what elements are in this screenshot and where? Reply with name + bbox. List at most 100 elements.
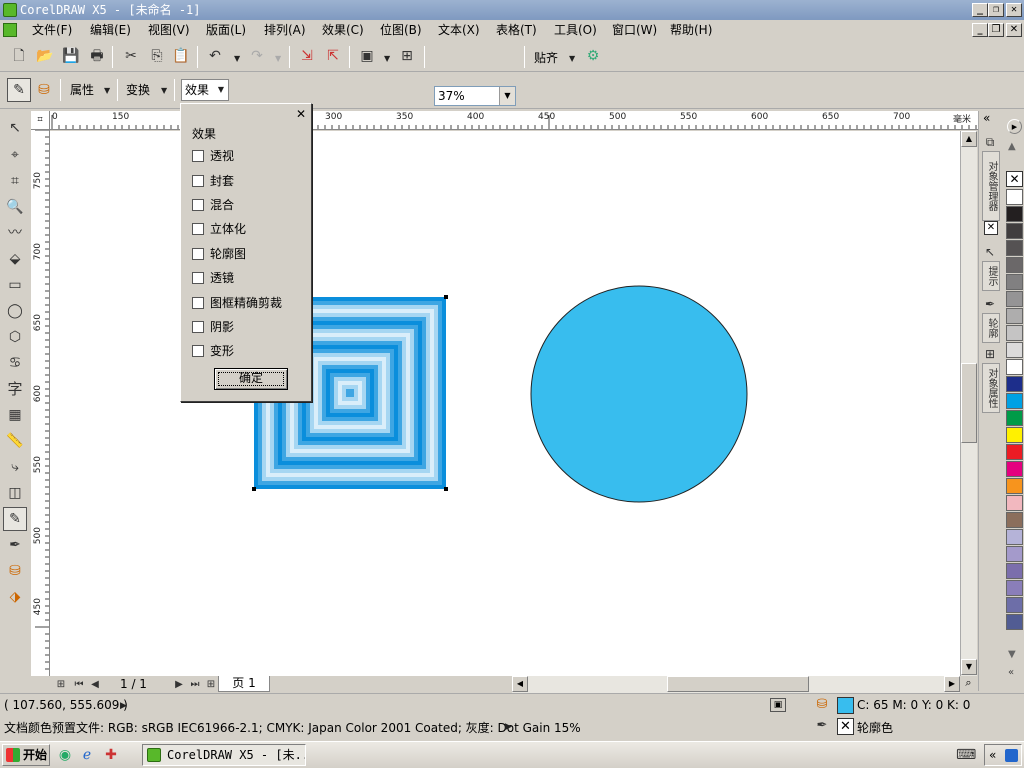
effects-dropdown[interactable]: 效果 ▼	[181, 79, 229, 101]
effect-contour-checkbox[interactable]: 轮廓图	[192, 245, 246, 263]
menu-tools[interactable]: 工具(O)	[554, 22, 597, 38]
palette-swatch[interactable]	[1006, 427, 1023, 443]
freehand-tool-icon[interactable]: 〰	[4, 222, 26, 244]
undo-dropdown-icon[interactable]: ▼	[234, 54, 240, 63]
palette-menu-icon[interactable]: ▶	[1007, 119, 1022, 134]
menu-table[interactable]: 表格(T)	[496, 22, 537, 38]
redo-dropdown-icon[interactable]: ▼	[275, 54, 281, 63]
properties-dropdown-icon[interactable]: ▼	[104, 86, 110, 95]
palette-swatch[interactable]	[1006, 291, 1023, 307]
palette-swatch[interactable]	[1006, 393, 1023, 409]
basic-shapes-tool-icon[interactable]: ♋	[4, 352, 26, 374]
scroll-left-icon[interactable]: ◀	[512, 676, 528, 692]
palette-swatch[interactable]	[1006, 461, 1023, 477]
properties-button[interactable]: 属性	[70, 79, 94, 101]
scroll-down-icon[interactable]: ▼	[1008, 649, 1016, 660]
palette-swatch[interactable]	[1006, 257, 1023, 273]
palette-swatch[interactable]	[1006, 359, 1023, 375]
vertical-ruler[interactable]: 750 700 650 600 550 500 450	[31, 130, 50, 676]
navigator-icon[interactable]: ⌕	[960, 676, 977, 693]
app-quicklaunch-icon[interactable]: ✚	[102, 746, 120, 764]
add-page-icon[interactable]: ⊞	[52, 676, 70, 693]
effect-envelope-checkbox[interactable]: 封套	[192, 172, 234, 190]
open-icon[interactable]: 📂	[36, 47, 54, 65]
menu-bitmaps[interactable]: 位图(B)	[380, 22, 422, 38]
options-icon[interactable]: ⚙	[584, 47, 602, 65]
snap-to-label[interactable]: 贴齐	[534, 49, 558, 66]
hints-icon[interactable]: ↖	[981, 243, 999, 261]
paint-bucket-icon[interactable]: ⛁	[35, 81, 53, 99]
checkbox-icon[interactable]	[192, 199, 204, 211]
menu-file[interactable]: 文件(F)	[32, 22, 72, 38]
undo-icon[interactable]: ↶	[206, 47, 224, 65]
application-launcher-icon[interactable]: ▣	[358, 47, 376, 65]
menu-text[interactable]: 文本(X)	[438, 22, 480, 38]
table-tool-icon[interactable]: ▦	[4, 404, 26, 426]
coords-expand-icon[interactable]: ▶	[120, 701, 127, 711]
palette-swatch[interactable]	[1006, 189, 1023, 205]
prev-page-icon[interactable]: ◀	[86, 676, 104, 693]
snap-dropdown-icon[interactable]: ▼	[569, 54, 575, 63]
tray-app-icon[interactable]	[1005, 749, 1018, 762]
crop-tool-icon[interactable]: ⌗	[4, 170, 26, 192]
effect-blend-checkbox[interactable]: 混合	[192, 196, 234, 214]
checkbox-icon[interactable]	[192, 150, 204, 162]
vertical-scroll-thumb[interactable]	[961, 363, 977, 443]
close-button[interactable]: ✕	[1006, 3, 1022, 17]
checkbox-icon[interactable]	[192, 248, 204, 260]
menu-view[interactable]: 视图(V)	[148, 22, 190, 38]
palette-swatch[interactable]	[1006, 240, 1023, 256]
expand-palette-icon[interactable]: «	[1008, 667, 1014, 678]
checkbox-icon[interactable]	[192, 175, 204, 187]
checkbox-icon[interactable]	[192, 297, 204, 309]
horizontal-scrollbar[interactable]: ◀ ▶	[512, 676, 960, 693]
docker-tab-object-manager[interactable]: 对象管理器	[982, 151, 1000, 221]
horizontal-scroll-thumb[interactable]	[667, 676, 809, 692]
minimize-button[interactable]: _	[972, 3, 988, 17]
doc-icon[interactable]	[3, 23, 17, 37]
doc-restore-button[interactable]: ❐	[988, 23, 1004, 37]
ruler-origin-icon[interactable]: ⌗	[31, 111, 50, 130]
blue-circle[interactable]	[530, 285, 748, 503]
scroll-up-icon[interactable]: ▲	[1008, 141, 1016, 152]
palette-swatch[interactable]	[1006, 274, 1023, 290]
vertical-scrollbar[interactable]: ▲ ▼	[960, 131, 977, 676]
checkbox-icon[interactable]	[192, 321, 204, 333]
color-proof-icon[interactable]: ▣	[770, 698, 786, 712]
ok-button[interactable]: 确定	[214, 368, 288, 390]
zoom-tool-icon[interactable]: 🔍	[4, 196, 26, 218]
palette-swatch[interactable]	[1006, 495, 1023, 511]
transform-dropdown-icon[interactable]: ▼	[161, 86, 167, 95]
launcher-dropdown-icon[interactable]: ▼	[384, 54, 390, 63]
cut-icon[interactable]: ✂	[122, 47, 140, 65]
text-tool-icon[interactable]: 字	[4, 378, 26, 400]
save-icon[interactable]: 💾	[62, 47, 80, 65]
ellipse-tool-icon[interactable]: ◯	[4, 300, 26, 322]
tray-expand-icon[interactable]: «	[989, 748, 996, 762]
system-tray[interactable]: «	[984, 744, 1022, 766]
docker-tab-object-properties[interactable]: 对象属性	[982, 363, 1000, 413]
menu-layout[interactable]: 版面(L)	[206, 22, 246, 38]
effect-distort-checkbox[interactable]: 变形	[192, 342, 234, 360]
palette-swatch[interactable]	[1006, 478, 1023, 494]
outline-pen-tool-icon[interactable]: ✒	[4, 534, 26, 556]
interactive-fill-tool-icon[interactable]: ⬗	[4, 586, 26, 608]
outline-icon[interactable]: ✒	[981, 295, 999, 313]
redo-icon[interactable]: ↷	[248, 47, 266, 65]
palette-swatch[interactable]	[1006, 206, 1023, 222]
palette-swatch[interactable]	[1006, 597, 1023, 613]
fill-color-swatch[interactable]	[837, 697, 854, 714]
scroll-right-icon[interactable]: ▶	[944, 676, 960, 692]
doc-close-button[interactable]: ✕	[1006, 23, 1022, 37]
rectangle-tool-icon[interactable]: ▭	[4, 274, 26, 296]
eyedropper-tool-button[interactable]: ✎	[3, 507, 27, 531]
page-tab[interactable]: 页 1	[218, 676, 270, 692]
new-document-icon[interactable]: 🗋	[10, 47, 28, 65]
scroll-down-icon[interactable]: ▼	[961, 659, 977, 675]
print-icon[interactable]: 🖶	[88, 47, 106, 65]
palette-swatch[interactable]	[1006, 223, 1023, 239]
checkbox-icon[interactable]	[192, 272, 204, 284]
blend-tool-icon[interactable]: ◫	[4, 482, 26, 504]
keyboard-icon[interactable]: ⌨	[956, 746, 976, 764]
restore-button[interactable]: ❐	[988, 3, 1004, 17]
